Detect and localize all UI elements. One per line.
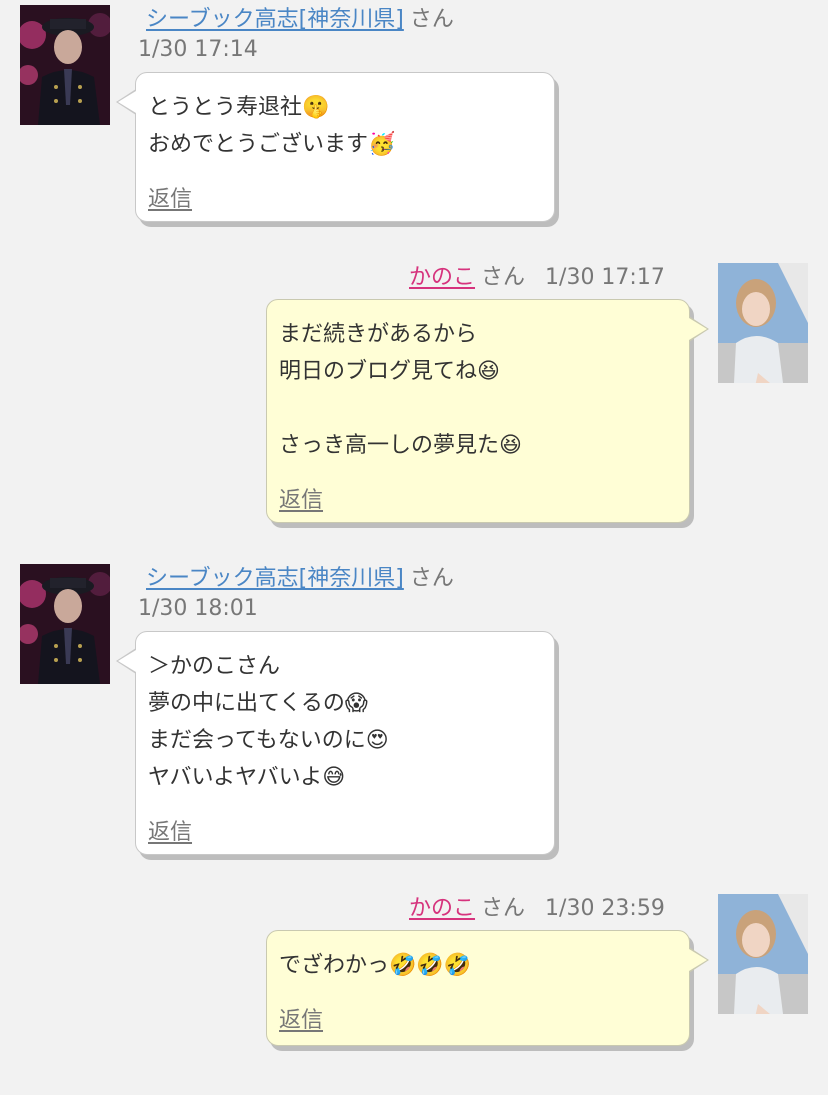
- sender-name-link[interactable]: かのこ: [409, 896, 475, 921]
- sender-meta: シーブック高志[神奈川県] さん: [146, 6, 454, 34]
- message-line: まだ会ってもないのに😍: [148, 728, 389, 753]
- message-bubble: でざわかっ🤣🤣🤣 返信: [266, 930, 709, 1046]
- reply-link[interactable]: 返信: [148, 818, 192, 848]
- reply-link[interactable]: 返信: [279, 486, 323, 516]
- message-line: 明日のブログ見てね😆: [279, 359, 500, 384]
- message-line: ＞かのこさん: [148, 654, 281, 679]
- timestamp: 1/30 17:17: [545, 265, 665, 290]
- bubble-tail: [689, 316, 709, 342]
- honorific: さん: [409, 7, 454, 32]
- bubble-tail: [689, 947, 709, 973]
- message-bubble: ＞かのこさん 夢の中に出てくるの😱 まだ会ってもないのに😍 ヤバいよヤバいよ😅 …: [116, 631, 555, 855]
- message-line: ヤバいよヤバいよ😅: [148, 765, 346, 790]
- timestamp: 1/30 17:14: [138, 37, 258, 62]
- honorific: さん: [409, 566, 454, 591]
- sender-name-link[interactable]: シーブック高志[神奈川県]: [146, 566, 404, 591]
- message-line: 夢の中に出てくるの😱: [148, 691, 368, 716]
- sender-meta: シーブック高志[神奈川県] さん: [146, 565, 454, 593]
- reply-link[interactable]: 返信: [148, 185, 192, 215]
- sender-meta: かのこ さん 1/30 23:59: [409, 895, 665, 923]
- message-line: おめでとうございます🥳: [148, 132, 396, 157]
- reply-link[interactable]: 返信: [279, 1006, 323, 1036]
- message-bubble: とうとう寿退社🤫 おめでとうございます🥳 返信: [116, 72, 555, 222]
- message-line: さっき高一しの夢見た😆: [279, 433, 522, 458]
- honorific: さん: [481, 896, 526, 921]
- message-line: でざわかっ🤣🤣🤣: [279, 953, 472, 978]
- sender-avatar[interactable]: [20, 5, 110, 125]
- sender-meta: かのこ さん 1/30 17:17: [409, 264, 665, 292]
- sender-avatar[interactable]: [718, 263, 808, 383]
- message-line: とうとう寿退社🤫: [148, 95, 330, 120]
- timestamp: 1/30 23:59: [545, 896, 665, 921]
- bubble-tail: [116, 89, 136, 115]
- sender-name-link[interactable]: シーブック高志[神奈川県]: [146, 7, 404, 32]
- bubble-tail: [116, 648, 136, 674]
- message-line: まだ続きがあるから: [279, 322, 478, 347]
- sender-avatar[interactable]: [20, 564, 110, 684]
- sender-name-link[interactable]: かのこ: [409, 265, 475, 290]
- honorific: さん: [481, 265, 526, 290]
- timestamp: 1/30 18:01: [138, 596, 258, 621]
- message-bubble: まだ続きがあるから 明日のブログ見てね😆 さっき高一しの夢見た😆 返信: [266, 299, 709, 523]
- sender-avatar[interactable]: [718, 894, 808, 1014]
- message-line: [279, 390, 677, 427]
